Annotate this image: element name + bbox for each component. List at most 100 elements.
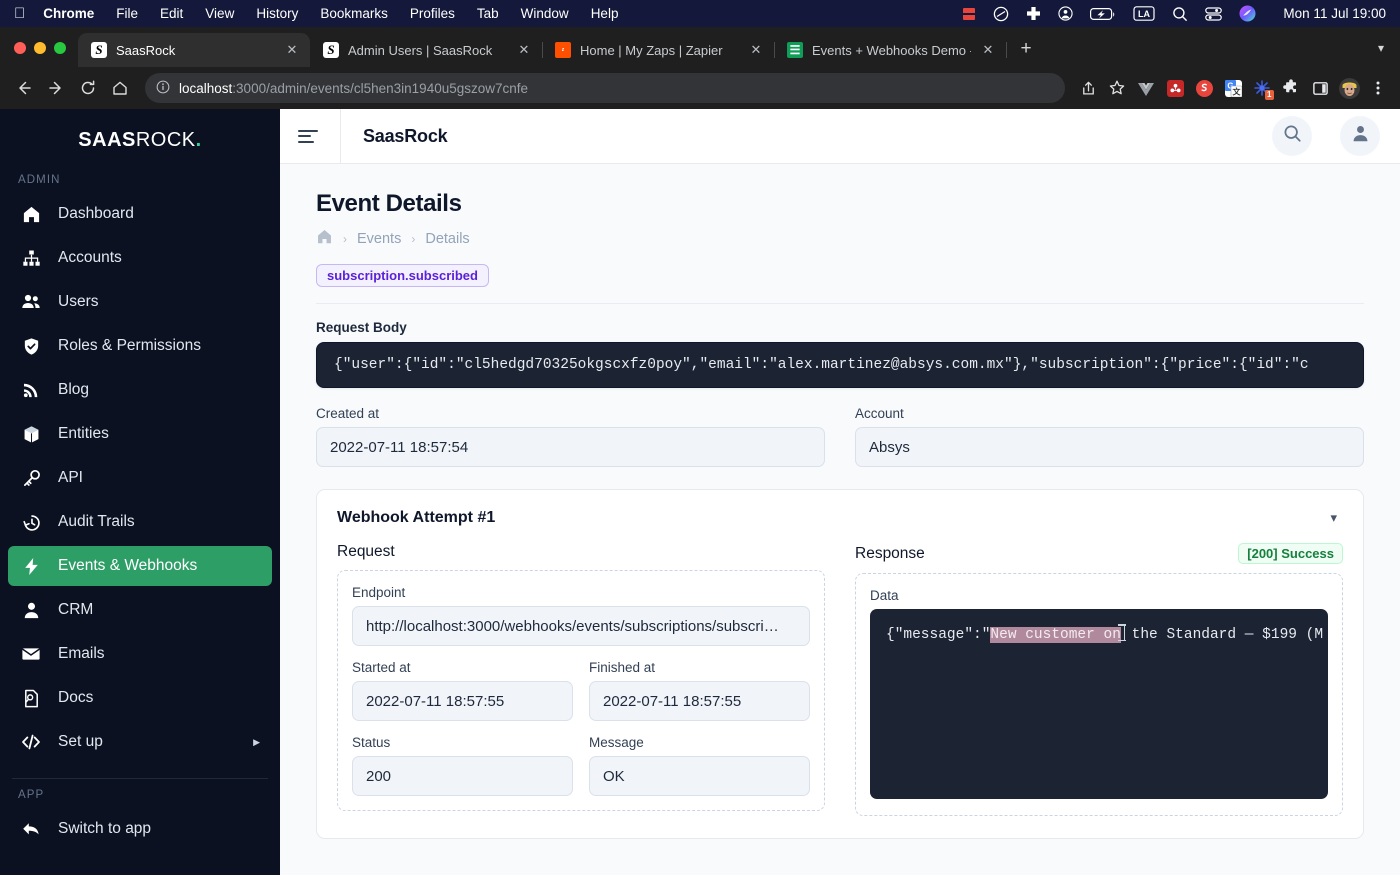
close-tab-icon[interactable]: ✕ <box>284 42 300 58</box>
maximize-window-button[interactable] <box>54 42 66 54</box>
sidebar-item-label: Users <box>58 293 99 310</box>
svg-text:LA: LA <box>1138 9 1150 19</box>
sidebar-toggle-icon[interactable] <box>298 129 318 143</box>
url-path: :3000/admin/events/cl5hen3in1940u5gszow7… <box>232 80 529 96</box>
menu-edit[interactable]: Edit <box>160 6 183 21</box>
share-icon[interactable] <box>1075 75 1101 101</box>
menu-bar-clock[interactable]: Mon 11 Jul 19:00 <box>1283 6 1386 21</box>
breadcrumb-item-events[interactable]: Events <box>357 231 401 247</box>
la-keyboard-icon[interactable]: LA <box>1133 6 1156 21</box>
sidebar-item-crm[interactable]: CRM <box>8 590 272 630</box>
browser-tab-events-webhooks-demo[interactable]: ☰ Events + Webhooks Demo - Ho ✕ <box>774 33 1007 67</box>
sidebar-item-roles-permissions[interactable]: Roles & Permissions <box>8 326 272 366</box>
sidebar-item-docs[interactable]: Docs <box>8 678 272 718</box>
s-extension-icon[interactable] <box>1191 75 1217 101</box>
menu-help[interactable]: Help <box>591 6 619 21</box>
created-at-value[interactable]: 2022-07-11 18:57:54 <box>316 427 825 467</box>
breadcrumb-home-icon[interactable] <box>316 228 333 249</box>
sidebar-item-accounts[interactable]: Accounts <box>8 238 272 278</box>
profile-avatar-icon[interactable] <box>1336 75 1362 101</box>
sidebar-item-entities[interactable]: Entities <box>8 414 272 454</box>
person-icon <box>20 601 42 620</box>
sidebar-item-events-webhooks[interactable]: Events & Webhooks <box>8 546 272 586</box>
bookmark-star-icon[interactable] <box>1104 75 1130 101</box>
page-title: Event Details <box>316 190 462 217</box>
close-tab-icon[interactable]: ✕ <box>980 42 996 58</box>
sidebar-logo[interactable]: SAASROCK. <box>8 109 272 166</box>
spotlight-search-icon[interactable] <box>1172 6 1188 22</box>
close-window-button[interactable] <box>14 42 26 54</box>
tab-search-chevron-icon[interactable]: ▾ <box>1378 41 1400 67</box>
menu-chrome[interactable]: Chrome <box>43 6 94 21</box>
menu-profiles[interactable]: Profiles <box>410 6 455 21</box>
forward-button[interactable] <box>41 73 71 103</box>
user-circle-icon[interactable] <box>1058 6 1074 21</box>
plus-cross-icon[interactable] <box>1026 6 1041 21</box>
menu-file[interactable]: File <box>116 6 138 21</box>
no-entry-icon[interactable] <box>993 6 1009 22</box>
sidebar-item-set-up[interactable]: Set up ▶ <box>8 722 272 762</box>
expand-caret-icon[interactable]: ▶ <box>253 737 260 748</box>
account-value[interactable]: Absys <box>855 427 1364 467</box>
url-text: localhost:3000/admin/events/cl5hen3in194… <box>179 81 528 96</box>
omnibox-toolbar: localhost:3000/admin/events/cl5hen3in194… <box>0 67 1400 109</box>
side-panel-icon[interactable] <box>1307 75 1333 101</box>
recording-icon[interactable] <box>962 7 976 21</box>
message-label: Message <box>589 735 644 750</box>
sidebar-item-users[interactable]: Users <box>8 282 272 322</box>
breadcrumb-item-details[interactable]: Details <box>425 231 469 247</box>
menu-window[interactable]: Window <box>521 6 569 21</box>
red-extension-icon[interactable] <box>1162 75 1188 101</box>
blue-star-extension-icon[interactable]: 1 <box>1249 75 1275 101</box>
response-data-code[interactable]: {"message":"New customer on the Standard… <box>870 609 1328 799</box>
finished-at-value[interactable]: 2022-07-11 18:57:55 <box>589 681 810 721</box>
request-body-code[interactable]: {"user":{"id":"cl5hedgd70325okgscxfz0poy… <box>316 342 1364 388</box>
close-tab-icon[interactable]: ✕ <box>516 42 532 58</box>
sidebar-divider <box>12 778 268 779</box>
endpoint-value[interactable]: http://localhost:3000/webhooks/events/su… <box>352 606 810 646</box>
sidebar-item-blog[interactable]: Blog <box>8 370 272 410</box>
message-value[interactable]: OK <box>589 756 810 796</box>
site-info-icon[interactable] <box>156 80 170 97</box>
zapier-favicon-icon: z <box>555 42 571 58</box>
browser-tab-admin-users[interactable]: S Admin Users | SaasRock ✕ <box>310 33 543 67</box>
browser-tab-zapier[interactable]: z Home | My Zaps | Zapier ✕ <box>542 33 775 67</box>
control-center-icon[interactable] <box>1205 6 1223 21</box>
battery-charging-icon[interactable] <box>1090 7 1116 21</box>
vue-devtools-icon[interactable] <box>1133 75 1159 101</box>
apple-logo-icon[interactable]:  <box>14 6 25 21</box>
svg-text:文: 文 <box>1232 86 1241 96</box>
cube-icon <box>20 425 42 444</box>
search-button[interactable] <box>1272 116 1312 156</box>
siri-icon[interactable] <box>1239 5 1256 22</box>
home-button[interactable] <box>105 73 135 103</box>
browser-tab-saasrock[interactable]: S SaasRock ✕ <box>78 33 310 67</box>
sidebar-item-audit-trails[interactable]: Audit Trails <box>8 502 272 542</box>
sidebar-item-dashboard[interactable]: Dashboard <box>8 194 272 234</box>
started-at-value[interactable]: 2022-07-11 18:57:55 <box>352 681 573 721</box>
reload-button[interactable] <box>73 73 103 103</box>
back-button[interactable] <box>9 73 39 103</box>
event-meta-row: Created at 2022-07-11 18:57:54 Account A… <box>316 406 1364 467</box>
puzzle-extensions-icon[interactable] <box>1278 75 1304 101</box>
chrome-menu-icon[interactable] <box>1365 75 1391 101</box>
new-tab-button[interactable]: + <box>1012 35 1040 63</box>
account-field: Account Absys <box>855 406 1364 467</box>
minimize-window-button[interactable] <box>34 42 46 54</box>
s-extension-glyph <box>1195 79 1213 97</box>
menu-view[interactable]: View <box>205 6 234 21</box>
sidebar-item-api[interactable]: API <box>8 458 272 498</box>
account-button[interactable] <box>1340 116 1380 156</box>
menu-history[interactable]: History <box>256 6 298 21</box>
close-tab-icon[interactable]: ✕ <box>748 42 764 58</box>
sidebar-item-switch-to-app[interactable]: Switch to app <box>8 809 272 849</box>
address-bar[interactable]: localhost:3000/admin/events/cl5hen3in194… <box>145 73 1065 103</box>
status-value[interactable]: 200 <box>352 756 573 796</box>
google-translate-icon[interactable]: G文 <box>1220 75 1246 101</box>
chevron-down-icon[interactable]: ▾ <box>1324 510 1343 526</box>
request-box: Endpoint http://localhost:3000/webhooks/… <box>337 570 825 811</box>
webhook-attempt-header[interactable]: Webhook Attempt #1 ▾ <box>337 509 1343 527</box>
menu-tab[interactable]: Tab <box>477 6 499 21</box>
menu-bookmarks[interactable]: Bookmarks <box>320 6 388 21</box>
sidebar-item-emails[interactable]: Emails <box>8 634 272 674</box>
